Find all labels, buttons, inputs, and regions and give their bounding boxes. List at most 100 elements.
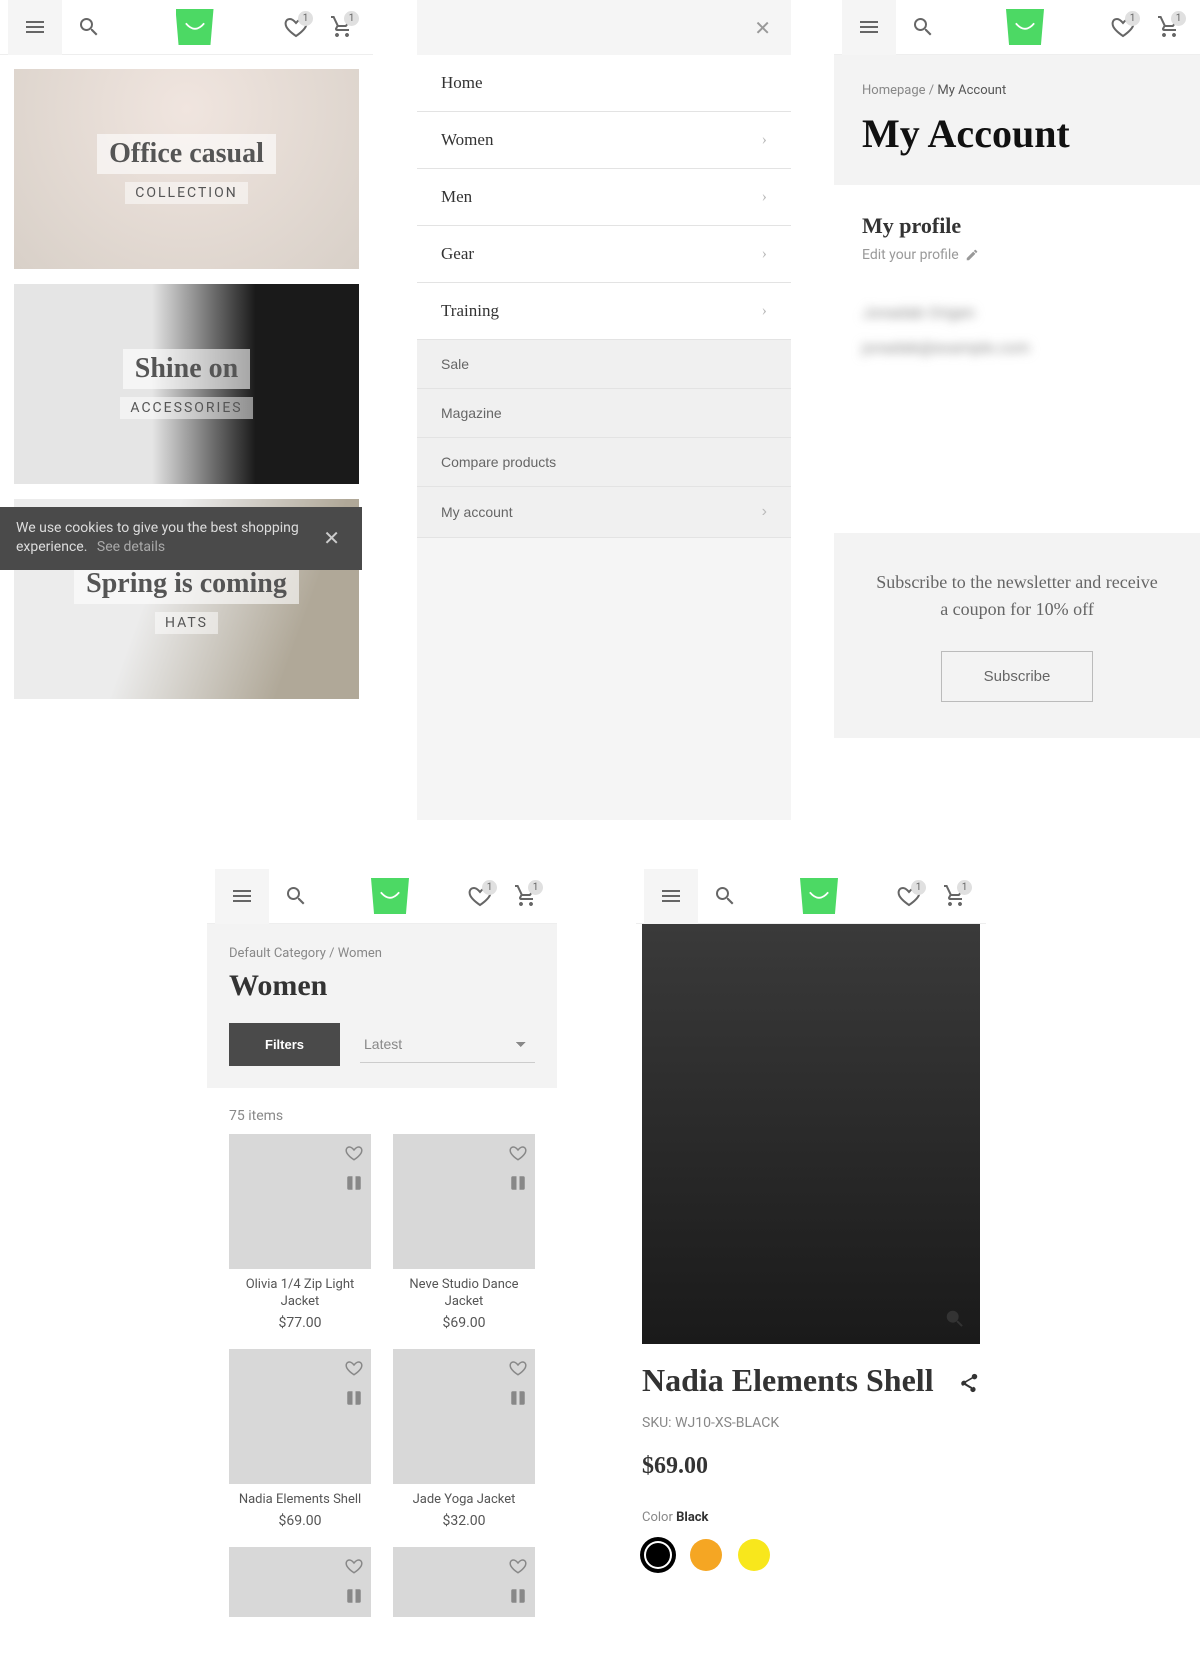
logo[interactable] (752, 878, 886, 914)
product-card[interactable] (393, 1547, 535, 1617)
menu-item-men[interactable]: Men› (417, 169, 791, 226)
compare-icon[interactable] (509, 1174, 527, 1192)
collection-card[interactable]: Office casual COLLECTION (14, 69, 359, 269)
compare-icon[interactable] (509, 1389, 527, 1407)
wishlist-button[interactable]: 1 (273, 15, 319, 39)
wishlist-badge: 1 (1125, 11, 1140, 26)
menu-item-account[interactable]: My account› (417, 487, 791, 538)
heart-icon[interactable] (345, 1144, 363, 1162)
wishlist-badge: 1 (482, 880, 497, 895)
logo[interactable] (950, 9, 1100, 45)
newsletter-box: Subscribe to the newsletter and receive … (834, 533, 1200, 738)
search-icon (713, 884, 737, 908)
collection-subtitle: ACCESSORIES (120, 397, 252, 419)
menu-close-button[interactable]: ✕ (417, 0, 791, 55)
menu-item-training[interactable]: Training› (417, 283, 791, 340)
breadcrumb-current: My Account (937, 83, 1006, 98)
compare-icon[interactable] (509, 1587, 527, 1605)
breadcrumb: Homepage / My Account (862, 83, 1172, 98)
menu-item-gear[interactable]: Gear› (417, 226, 791, 283)
product-card[interactable]: Jade Yoga Jacket $32.00 (393, 1349, 535, 1529)
wishlist-badge: 1 (911, 880, 926, 895)
menu-item-women[interactable]: Women› (417, 112, 791, 169)
color-swatch-orange[interactable] (690, 1539, 722, 1571)
chevron-right-icon: › (762, 188, 767, 206)
product-card[interactable] (229, 1547, 371, 1617)
search-button[interactable] (62, 15, 116, 39)
product-card[interactable]: Nadia Elements Shell $69.00 (229, 1349, 371, 1529)
collection-title: Office casual (97, 134, 276, 174)
product-price: $69.00 (642, 1453, 980, 1480)
search-icon (77, 15, 101, 39)
menu-item-sale[interactable]: Sale (417, 340, 791, 389)
color-label: Color Black (642, 1510, 980, 1525)
color-swatch-yellow[interactable] (738, 1539, 770, 1571)
heart-icon[interactable] (509, 1144, 527, 1162)
cookie-details-link[interactable]: See details (97, 539, 165, 555)
hamburger-icon (659, 884, 683, 908)
color-swatch-black[interactable] (642, 1539, 674, 1571)
cart-button[interactable]: 1 (1146, 15, 1192, 39)
cart-button[interactable]: 1 (503, 884, 549, 908)
filters-button[interactable]: Filters (229, 1023, 340, 1066)
collections-list: Office casual COLLECTION Shine on ACCESS… (0, 55, 373, 713)
heart-icon[interactable] (509, 1359, 527, 1377)
wishlist-button[interactable]: 1 (1100, 15, 1146, 39)
logo[interactable] (323, 878, 457, 914)
account-body: My profile Edit your profile Jonadab Ori… (834, 185, 1200, 393)
compare-icon[interactable] (345, 1174, 363, 1192)
collection-title: Spring is coming (74, 564, 299, 604)
share-icon[interactable] (958, 1372, 980, 1394)
screen-account: 1 1 Homepage / My Account My Account My … (834, 0, 1200, 820)
product-card[interactable]: Neve Studio Dance Jacket $69.00 (393, 1134, 535, 1331)
logo[interactable] (116, 9, 273, 45)
menu-button[interactable] (8, 0, 62, 55)
hamburger-icon (857, 15, 881, 39)
screen-home: 1 1 Office casual COLLECTION Shine on AC… (0, 0, 373, 820)
heart-icon[interactable] (509, 1557, 527, 1575)
product-card[interactable]: Olivia 1/4 Zip Light Jacket $77.00 (229, 1134, 371, 1331)
account-hero: Homepage / My Account My Account (834, 55, 1200, 185)
product-detail-body: Nadia Elements Shell SKU: WJ10-XS-BLACK … (636, 1344, 986, 1589)
page-title: My Account (862, 110, 1172, 157)
menu-button[interactable] (215, 869, 269, 924)
collection-card[interactable]: Shine on ACCESSORIES (14, 284, 359, 484)
header: 1 1 (834, 0, 1200, 55)
profile-data-blurred: Jonadab Origen jonadab@example.com (862, 295, 1172, 365)
chevron-right-icon: › (762, 245, 767, 263)
product-price: $77.00 (229, 1315, 371, 1331)
compare-icon[interactable] (345, 1587, 363, 1605)
wishlist-button[interactable]: 1 (457, 884, 503, 908)
product-thumb (393, 1134, 535, 1269)
listing-hero: Default Category / Women Women Filters L… (207, 924, 557, 1088)
menu-item-compare[interactable]: Compare products (417, 438, 791, 487)
menu-button[interactable] (644, 869, 698, 924)
header: 1 1 (636, 869, 986, 924)
logo-icon (371, 878, 409, 914)
subscribe-button[interactable]: Subscribe (941, 651, 1094, 702)
menu-button[interactable] (842, 0, 896, 55)
search-button[interactable] (698, 884, 752, 908)
chevron-right-icon: › (762, 503, 767, 521)
edit-profile-link[interactable]: Edit your profile (862, 247, 1172, 263)
wishlist-button[interactable]: 1 (886, 884, 932, 908)
product-sku: SKU: WJ10-XS-BLACK (642, 1415, 980, 1431)
product-grid: Olivia 1/4 Zip Light Jacket $77.00 Neve … (207, 1134, 557, 1617)
cart-button[interactable]: 1 (319, 15, 365, 39)
search-button[interactable] (896, 15, 950, 39)
cart-button[interactable]: 1 (932, 884, 978, 908)
menu-item-magazine[interactable]: Magazine (417, 389, 791, 438)
product-image[interactable] (642, 924, 980, 1344)
breadcrumb-home[interactable]: Homepage (862, 83, 926, 98)
cookie-close-button[interactable]: ✕ (317, 526, 346, 550)
zoom-icon[interactable] (944, 1308, 966, 1330)
search-icon (911, 15, 935, 39)
sort-select[interactable]: Latest (360, 1026, 535, 1063)
heart-icon[interactable] (345, 1557, 363, 1575)
menu-item-home[interactable]: Home (417, 55, 791, 112)
product-name: Neve Studio Dance Jacket (393, 1277, 535, 1311)
search-button[interactable] (269, 884, 323, 908)
title-row: Nadia Elements Shell (642, 1362, 980, 1399)
compare-icon[interactable] (345, 1389, 363, 1407)
heart-icon[interactable] (345, 1359, 363, 1377)
